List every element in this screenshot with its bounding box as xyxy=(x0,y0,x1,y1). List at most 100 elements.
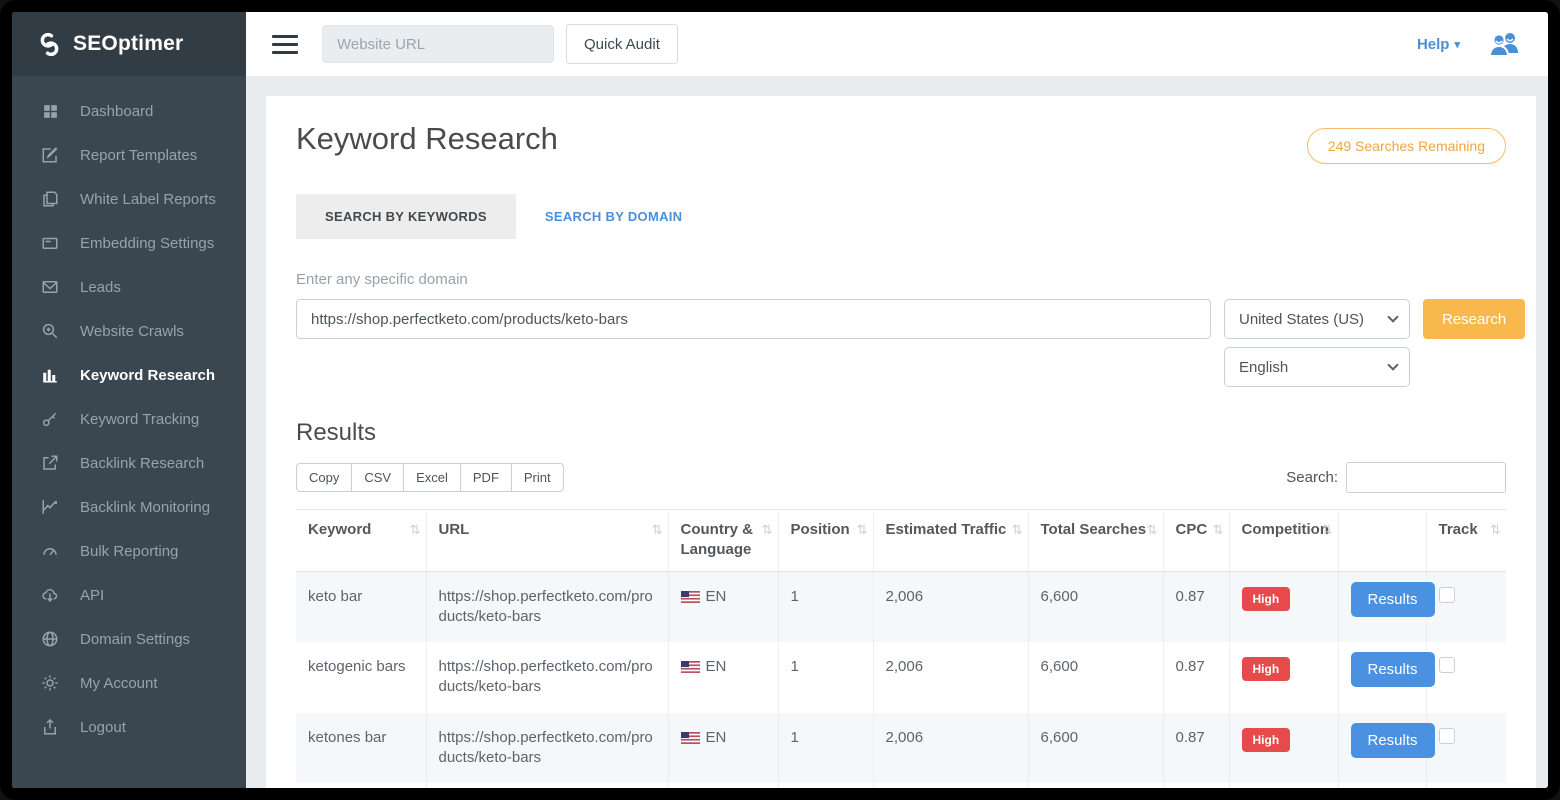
keyword-cell: keto bars xyxy=(296,783,426,788)
quick-audit-button[interactable]: Quick Audit xyxy=(566,24,678,64)
csv-button[interactable]: CSV xyxy=(351,463,404,492)
print-button[interactable]: Print xyxy=(511,463,564,492)
envelope-icon xyxy=(40,278,60,296)
us-flag-icon xyxy=(681,591,700,603)
column-url[interactable]: URL⇅ xyxy=(426,510,668,572)
results-button[interactable]: Results xyxy=(1351,652,1435,687)
embed-card-icon xyxy=(40,234,60,252)
table-header-row: Keyword⇅ URL⇅ Country & Language⇅ Positi… xyxy=(296,510,1506,572)
column-country-language[interactable]: Country & Language⇅ xyxy=(668,510,778,572)
sidebar-item-logout[interactable]: Logout xyxy=(12,705,246,749)
cloud-download-icon xyxy=(40,586,60,604)
sidebar-item-label: Leads xyxy=(80,279,121,296)
pencil-square-icon xyxy=(40,146,60,164)
gauge-icon xyxy=(40,542,60,560)
bar-chart-icon xyxy=(40,366,60,384)
sidebar-item-dashboard[interactable]: Dashboard xyxy=(12,90,246,133)
column-estimated-traffic[interactable]: Estimated Traffic⇅ xyxy=(873,510,1028,572)
export-button-group: Copy CSV Excel PDF Print xyxy=(296,463,564,492)
table-search-label: Search: xyxy=(1286,469,1338,486)
sort-icon[interactable]: ⇅ xyxy=(1213,521,1224,539)
excel-button[interactable]: Excel xyxy=(403,463,461,492)
total-searches-cell: 6,600 xyxy=(1028,783,1163,788)
country-select[interactable]: United States (US) xyxy=(1224,299,1410,339)
cpc-cell: 0.87 xyxy=(1163,783,1229,788)
us-flag-icon xyxy=(681,732,700,744)
sort-icon[interactable]: ⇅ xyxy=(1147,521,1158,539)
sidebar-item-api[interactable]: API xyxy=(12,573,246,617)
brand-header[interactable]: SEOptimer xyxy=(12,12,246,76)
sort-icon[interactable]: ⇅ xyxy=(410,521,421,539)
sidebar-item-label: Logout xyxy=(80,719,126,736)
track-checkbox[interactable] xyxy=(1439,657,1455,673)
column-keyword[interactable]: Keyword⇅ xyxy=(296,510,426,572)
external-link-icon xyxy=(40,454,60,472)
sidebar-item-embedding-settings[interactable]: Embedding Settings xyxy=(12,221,246,265)
column-competition[interactable]: Competition⇅ xyxy=(1229,510,1338,572)
total-searches-cell: 6,600 xyxy=(1028,571,1163,642)
url-cell: https://shop.perfectketo.com/products/ke… xyxy=(426,571,668,642)
help-menu[interactable]: Help ▾ xyxy=(1417,36,1460,53)
research-button[interactable]: Research xyxy=(1423,299,1525,339)
sort-icon[interactable]: ⇅ xyxy=(1322,521,1333,539)
keyword-cell: keto bar xyxy=(296,571,426,642)
sidebar-item-domain-settings[interactable]: Domain Settings xyxy=(12,617,246,661)
tab-search-by-domain[interactable]: SEARCH BY DOMAIN xyxy=(516,194,711,239)
copy-button[interactable]: Copy xyxy=(296,463,352,492)
results-button[interactable]: Results xyxy=(1351,582,1435,617)
sidebar-item-my-account[interactable]: My Account xyxy=(12,661,246,705)
position-cell: 1 xyxy=(778,642,873,713)
domain-input[interactable] xyxy=(296,299,1211,339)
menu-toggle-icon[interactable] xyxy=(272,35,298,54)
column-total-searches[interactable]: Total Searches⇅ xyxy=(1028,510,1163,572)
table-row: ketogenic bars https://shop.perfectketo.… xyxy=(296,642,1506,713)
logout-icon xyxy=(40,718,60,736)
sidebar-item-website-crawls[interactable]: Website Crawls xyxy=(12,309,246,353)
us-flag-icon xyxy=(681,661,700,673)
sidebar-item-bulk-reporting[interactable]: Bulk Reporting xyxy=(12,529,246,573)
country-select-wrap: United States (US) xyxy=(1224,299,1410,339)
sidebar-item-label: Keyword Research xyxy=(80,367,215,384)
searches-remaining-badge: 249 Searches Remaining xyxy=(1307,128,1506,164)
url-cell: https://shop.perfectketo.com/products/ke… xyxy=(426,713,668,784)
brand-name: SEOptimer xyxy=(73,32,183,56)
sidebar-item-label: Website Crawls xyxy=(80,323,184,340)
results-button[interactable]: Results xyxy=(1351,723,1435,758)
sidebar-item-keyword-tracking[interactable]: Keyword Tracking xyxy=(12,397,246,441)
country-language-cell: EN xyxy=(681,728,766,748)
results-table: Keyword⇅ URL⇅ Country & Language⇅ Positi… xyxy=(296,509,1506,788)
sidebar-item-backlink-research[interactable]: Backlink Research xyxy=(12,441,246,485)
sidebar-item-backlink-monitoring[interactable]: Backlink Monitoring xyxy=(12,485,246,529)
sidebar-item-keyword-research[interactable]: Keyword Research xyxy=(12,353,246,397)
url-cell: https://shop.perfectketo.com/products/ke… xyxy=(426,783,668,788)
sort-icon[interactable]: ⇅ xyxy=(652,521,663,539)
table-search-input[interactable] xyxy=(1346,462,1506,493)
column-track[interactable]: Track⇅ xyxy=(1426,510,1506,572)
sidebar-item-leads[interactable]: Leads xyxy=(12,265,246,309)
estimated-traffic-cell: 2,006 xyxy=(873,642,1028,713)
table-row: keto bars https://shop.perfectketo.com/p… xyxy=(296,783,1506,788)
estimated-traffic-cell: 2,006 xyxy=(873,571,1028,642)
tab-search-by-keywords[interactable]: SEARCH BY KEYWORDS xyxy=(296,194,516,239)
competition-badge: High xyxy=(1242,657,1291,681)
url-cell: https://shop.perfectketo.com/products/ke… xyxy=(426,642,668,713)
website-url-input[interactable] xyxy=(322,25,554,63)
track-checkbox[interactable] xyxy=(1439,728,1455,744)
column-actions xyxy=(1338,510,1426,572)
sidebar-item-label: Dashboard xyxy=(80,103,153,120)
competition-badge: High xyxy=(1242,587,1291,611)
pdf-button[interactable]: PDF xyxy=(460,463,512,492)
sidebar-item-label: White Label Reports xyxy=(80,191,216,208)
sidebar-item-white-label-reports[interactable]: White Label Reports xyxy=(12,177,246,221)
sidebar-item-report-templates[interactable]: Report Templates xyxy=(12,133,246,177)
sort-icon[interactable]: ⇅ xyxy=(1012,521,1023,539)
sort-icon[interactable]: ⇅ xyxy=(762,521,773,539)
track-checkbox[interactable] xyxy=(1439,587,1455,603)
language-select[interactable]: English xyxy=(1224,347,1410,387)
sort-icon[interactable]: ⇅ xyxy=(1490,521,1501,539)
column-position[interactable]: Position⇅ xyxy=(778,510,873,572)
country-language-cell: EN xyxy=(681,587,766,607)
account-users-icon[interactable] xyxy=(1486,30,1522,58)
sort-icon[interactable]: ⇅ xyxy=(857,521,868,539)
column-cpc[interactable]: CPC⇅ xyxy=(1163,510,1229,572)
